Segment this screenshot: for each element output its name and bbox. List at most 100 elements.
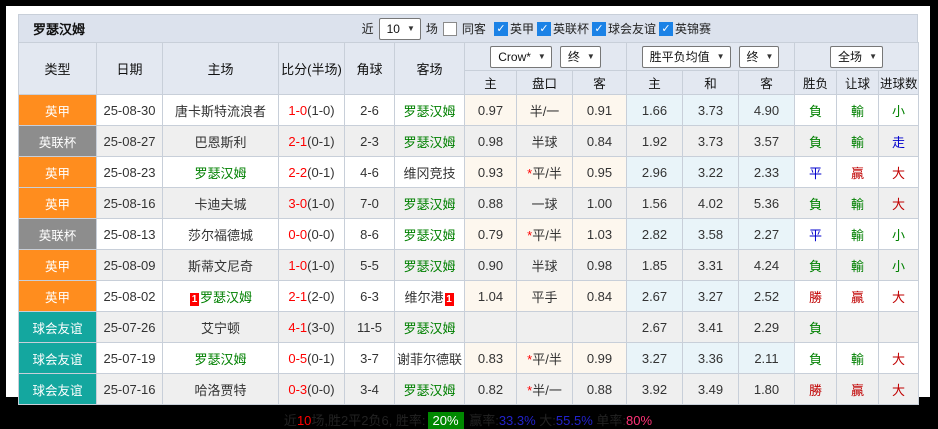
league-filter: ✓ 英锦赛 [658,20,711,37]
cell-home-team: 莎尔福德城 [162,218,279,250]
scope-select[interactable]: 全场 ▼ [830,45,883,68]
filter-checkbox-2[interactable]: ✓ [591,21,606,36]
europe-odds-selects: 胜平负均值 ▼ 终 ▼ [625,42,796,71]
cell-league-type: 英联杯 [18,218,97,250]
cell-home-team: 罗瑟汉姆 [162,156,279,188]
asian-state-select[interactable]: 终 ▼ [559,45,601,68]
filter-checkbox-0[interactable]: ✓ [493,21,508,36]
cell-eu-home-odds: 1.92 [626,125,683,157]
cell-date: 25-08-27 [96,125,163,157]
cell-eu-draw-odds: 3.36 [682,342,739,374]
cell-score: 0-0(0-0) [278,218,345,250]
table-row: 英联杯 25-08-13 莎尔福德城 0-0(0-0) 8-6 罗瑟汉姆 0.79 *平/半 1… [18,218,920,250]
table-row: 英甲 25-08-16 卡迪夫城 3-0(1-0) 7-0 罗瑟汉姆 0.88 一球 1.00 1… [18,187,920,219]
cell-score: 4-1(3-0) [278,311,345,343]
cell-home-team: 唐卡斯特流浪者 [162,94,279,126]
filter-label: 英锦赛 [674,22,711,36]
cell-ah-home-odds: 1.04 [464,280,517,312]
cell-corner: 6-3 [344,280,395,312]
cell-ah-away-odds: 0.84 [572,125,627,157]
cell-date: 25-08-23 [96,156,163,188]
cell-handicap: *平/半 [516,342,573,374]
cell-handicap-result: 輸 [836,342,880,374]
halftime-score: (0-0) [307,226,335,242]
cell-handicap: 平手 [516,280,573,312]
cell-goals-result: 大 [878,342,920,374]
cell-away-team: 罗瑟汉姆 [394,373,465,405]
europe-odds-value: 胜平负均值 [649,50,710,64]
halftime-score: (0-0) [307,381,335,397]
recent-count-select[interactable]: 10 ▼ [378,17,421,40]
cell-eu-away-odds: 2.27 [737,218,796,250]
cell-ah-away-odds: 0.91 [572,94,627,126]
summary-segment: 赢率: [465,413,499,428]
cell-ah-away-odds: 0.95 [572,156,627,188]
cell-eu-draw-odds: 3.41 [682,311,739,343]
europe-state-select[interactable]: 终 ▼ [738,45,780,68]
cell-eu-away-odds: 4.24 [737,249,796,281]
cell-eu-draw-odds: 3.73 [682,125,739,157]
cell-result: 負 [794,311,838,343]
same-away-label: 同客 [461,22,486,36]
filter-checkbox-3[interactable]: ✓ [658,21,673,36]
table-row: 英甲 25-08-23 罗瑟汉姆 2-2(0-1) 4-6 维冈竞技 0.93 *平/半 0.9… [18,156,920,188]
cell-handicap-result: 輸 [836,94,880,126]
summary-segment: 20% [427,412,464,429]
europe-odds-select[interactable]: 胜平负均值 ▼ [641,45,731,68]
col-header-ah-home: 主 [464,70,517,95]
cell-handicap: *平/半 [516,218,573,250]
away-team-name: 罗瑟汉姆 [403,382,456,398]
cell-date: 25-08-13 [96,218,163,250]
col-header-date: 日期 [96,42,163,95]
bookmaker-select[interactable]: Crow* ▼ [490,45,552,68]
cell-handicap-result: 輸 [836,125,880,157]
cell-ah-home-odds: 0.88 [464,187,517,219]
cell-eu-home-odds: 2.67 [626,311,683,343]
cell-result: 勝 [794,373,838,405]
scope-select-cell: 全场 ▼ [794,42,920,71]
league-filter: ✓ 英甲 [493,20,534,37]
filter-checkbox-1[interactable]: ✓ [536,21,551,36]
cell-eu-away-odds: 1.80 [737,373,796,405]
chevron-down-icon: ▼ [765,52,774,61]
cell-ah-away-odds: 0.84 [572,280,627,312]
cell-handicap-result: 輸 [836,218,880,250]
col-header-handicap: 盘口 [516,70,573,95]
league-filter: ✓ 英联杯 [536,20,589,37]
match-table: 类型 日期 主场 比分(半场) 角球 客场 Crow* ▼ 终 ▼ 胜平负均值 … [18,42,920,405]
cell-corner: 3-4 [344,373,395,405]
cell-result: 平 [794,156,838,188]
cell-home-team: 哈洛贾特 [162,373,279,405]
cell-handicap [516,311,573,343]
cell-league-type: 英甲 [18,94,97,126]
fulltime-score: 3-0 [288,195,308,211]
cell-eu-home-odds: 1.56 [626,187,683,219]
cell-date: 25-07-19 [96,342,163,374]
cell-league-type: 球会友谊 [18,311,97,343]
cell-corner: 2-6 [344,94,395,126]
handicap-value: 半球 [531,134,558,150]
home-team-name: 巴恩斯利 [194,134,247,150]
league-filter: ✓ 球会友谊 [591,20,656,37]
summary-segment: 10 [296,413,312,428]
cell-ah-home-odds: 0.82 [464,373,517,405]
same-away-checkbox[interactable] [442,21,457,36]
cell-result: 負 [794,125,838,157]
away-team-name: 谢菲尔德联 [396,351,462,367]
cell-eu-away-odds: 5.36 [737,187,796,219]
handicap-value: 平手 [531,289,558,305]
chevron-down-icon: ▼ [537,52,546,61]
col-header-result: 胜负 [794,70,838,95]
home-team-name: 哈洛贾特 [194,382,247,398]
chevron-down-icon: ▼ [716,52,725,61]
cell-corner: 8-6 [344,218,395,250]
cell-result: 負 [794,342,838,374]
cell-ah-home-odds: 0.93 [464,156,517,188]
cell-league-type: 英甲 [18,187,97,219]
cell-handicap-result: 贏 [836,373,880,405]
cell-corner: 7-0 [344,187,395,219]
cell-handicap-result: 輸 [836,187,880,219]
cell-away-team: 维冈竞技 [394,156,465,188]
handicap-value: 平/半 [532,227,562,243]
away-team-name: 罗瑟汉姆 [403,227,456,243]
